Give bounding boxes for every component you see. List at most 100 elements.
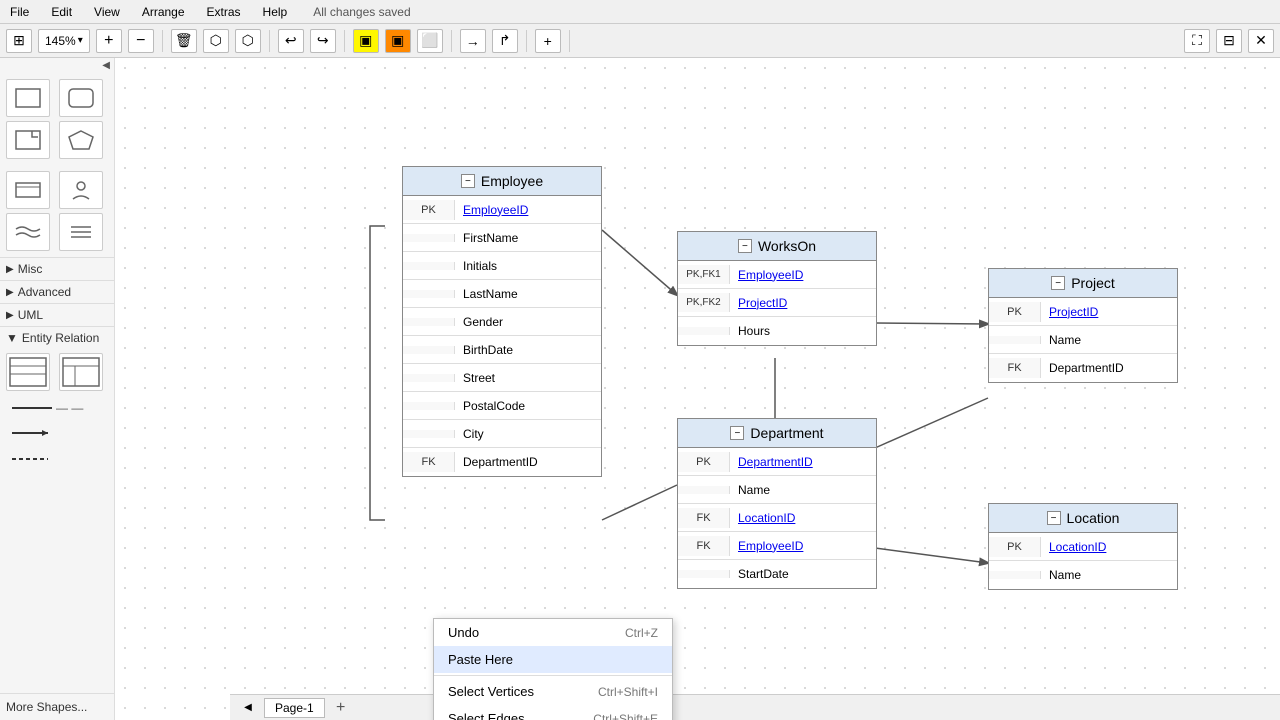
employee-field-1: FirstName [455, 227, 601, 249]
ctx-select-vertices[interactable]: Select Vertices Ctrl+Shift+I [434, 678, 672, 705]
employee-row-9: FK DepartmentID [403, 448, 601, 476]
connector-shape-2-icon [12, 451, 52, 467]
workson-key-2 [678, 327, 730, 335]
more-shapes-btn[interactable]: More Shapes... [0, 693, 114, 720]
menu-arrange[interactable]: Arrange [138, 3, 189, 21]
row-shape-1[interactable]: — — [6, 397, 108, 419]
employee-table: − Employee PK EmployeeID FirstName Initi… [402, 166, 602, 477]
row-shape-3[interactable] [6, 447, 108, 471]
er-table-shape[interactable] [6, 353, 50, 391]
ctx-undo[interactable]: Undo Ctrl+Z [434, 619, 672, 646]
entity-relation-toggle[interactable]: ▼ Entity Relation [0, 327, 114, 349]
page-tab[interactable]: Page-1 [264, 698, 325, 718]
insert-btn[interactable]: + [535, 29, 561, 53]
misc-arrow-icon: ▶ [6, 264, 14, 275]
advanced-section[interactable]: ▶ Advanced [0, 280, 114, 303]
project-field-0[interactable]: ProjectID [1041, 301, 1177, 323]
department-field-2[interactable]: LocationID [730, 507, 876, 529]
connectors-overlay [115, 58, 1280, 720]
workson-field-0[interactable]: EmployeeID [730, 264, 876, 286]
fullscreen-btn[interactable]: ⛶ [1184, 29, 1210, 53]
employee-field-2: Initials [455, 255, 601, 277]
ctx-paste[interactable]: Paste Here [434, 646, 672, 673]
shape-lines[interactable] [59, 213, 103, 251]
save-status: All changes saved [313, 5, 410, 19]
ctx-select-edges[interactable]: Select Edges Ctrl+Shift+E [434, 705, 672, 720]
menu-view[interactable]: View [90, 3, 124, 21]
ctx-sv-shortcut: Ctrl+Shift+I [598, 685, 658, 699]
connect-btn[interactable]: ⬡ [203, 29, 229, 53]
department-row-0: PK DepartmentID [678, 448, 876, 476]
delete-btn[interactable]: 🗑 [171, 29, 197, 53]
redo-btn[interactable]: ↪ [310, 29, 336, 53]
project-row-0: PK ProjectID [989, 298, 1177, 326]
project-key-2: FK [989, 358, 1041, 378]
department-table: − Department PK DepartmentID Name FK Loc… [677, 418, 877, 589]
location-key-0: PK [989, 537, 1041, 557]
advanced-label: Advanced [18, 285, 71, 299]
location-row-1: Name [989, 561, 1177, 589]
menu-help[interactable]: Help [259, 3, 292, 21]
fill-color-btn[interactable]: ▣ [353, 29, 379, 53]
department-field-3[interactable]: EmployeeID [730, 535, 876, 557]
location-field-1: Name [1041, 564, 1177, 586]
zoom-in-btn[interactable]: + [96, 29, 122, 53]
department-key-4 [678, 570, 730, 578]
workson-table-header: − WorksOn [678, 232, 876, 261]
workson-collapse-btn[interactable]: − [738, 239, 752, 253]
sidebar-toggle-btn[interactable]: ⊟ [1216, 29, 1242, 53]
employee-field-7: PostalCode [455, 395, 601, 417]
zoom-chevron-icon: ▾ [78, 35, 83, 46]
line-color-btn[interactable]: ▣ [385, 29, 411, 53]
zoom-display[interactable]: 145% ▾ [38, 29, 90, 53]
employee-field-9: DepartmentID [455, 451, 601, 473]
employee-row-0: PK EmployeeID [403, 196, 601, 224]
department-field-0[interactable]: DepartmentID [730, 451, 876, 473]
waypoint-style-btn[interactable]: ↱ [492, 29, 518, 53]
menu-file[interactable]: File [6, 3, 33, 21]
undo-btn[interactable]: ↩ [278, 29, 304, 53]
panel-collapse[interactable]: ◀ [0, 58, 114, 73]
sep2 [269, 30, 270, 52]
connector-shape-icon [12, 425, 52, 441]
employee-row-8: City [403, 420, 601, 448]
shape-btn[interactable]: ⬜ [417, 29, 443, 53]
connector-style-btn[interactable]: → [460, 29, 486, 53]
close-btn[interactable]: ✕ [1248, 29, 1274, 53]
shape-rect-rounded[interactable] [59, 79, 103, 117]
add-page-btn[interactable]: + [331, 698, 351, 718]
canvas-area[interactable]: − Employee PK EmployeeID FirstName Initi… [115, 58, 1280, 720]
location-collapse-btn[interactable]: − [1047, 511, 1061, 525]
menu-edit[interactable]: Edit [47, 3, 76, 21]
uml-section[interactable]: ▶ UML [0, 303, 114, 326]
workson-row-2: Hours [678, 317, 876, 345]
department-field-1: Name [730, 479, 876, 501]
er-table-2col-shape[interactable] [59, 353, 103, 391]
employee-key-5 [403, 346, 455, 354]
shape-wave[interactable] [6, 213, 50, 251]
shape-pentagon[interactable] [59, 121, 103, 159]
shape-person[interactable] [59, 171, 103, 209]
project-collapse-btn[interactable]: − [1051, 276, 1065, 290]
shape-note[interactable] [6, 171, 50, 209]
misc-section[interactable]: ▶ Misc [0, 257, 114, 280]
workson-key-0: PK,FK1 [678, 265, 730, 284]
shape-rect-folded[interactable] [6, 121, 50, 159]
workson-field-1[interactable]: ProjectID [730, 292, 876, 314]
department-collapse-btn[interactable]: − [730, 426, 744, 440]
employee-collapse-btn[interactable]: − [461, 174, 475, 188]
menu-extras[interactable]: Extras [203, 3, 245, 21]
employee-row-5: BirthDate [403, 336, 601, 364]
menu-bar: File Edit View Arrange Extras Help All c… [0, 0, 1280, 24]
waypoint-btn[interactable]: ⬡ [235, 29, 261, 53]
toolbar-grid-btn[interactable]: ⊞ [6, 29, 32, 53]
employee-key-8 [403, 430, 455, 438]
ctx-undo-shortcut: Ctrl+Z [625, 626, 658, 640]
location-field-0[interactable]: LocationID [1041, 536, 1177, 558]
zoom-out-btn[interactable]: − [128, 29, 154, 53]
panel-toggle-btn[interactable]: ◀ [238, 698, 258, 718]
employee-field-0[interactable]: EmployeeID [455, 199, 601, 221]
department-row-2: FK LocationID [678, 504, 876, 532]
shape-rect[interactable] [6, 79, 50, 117]
row-shape-2[interactable] [6, 421, 108, 445]
